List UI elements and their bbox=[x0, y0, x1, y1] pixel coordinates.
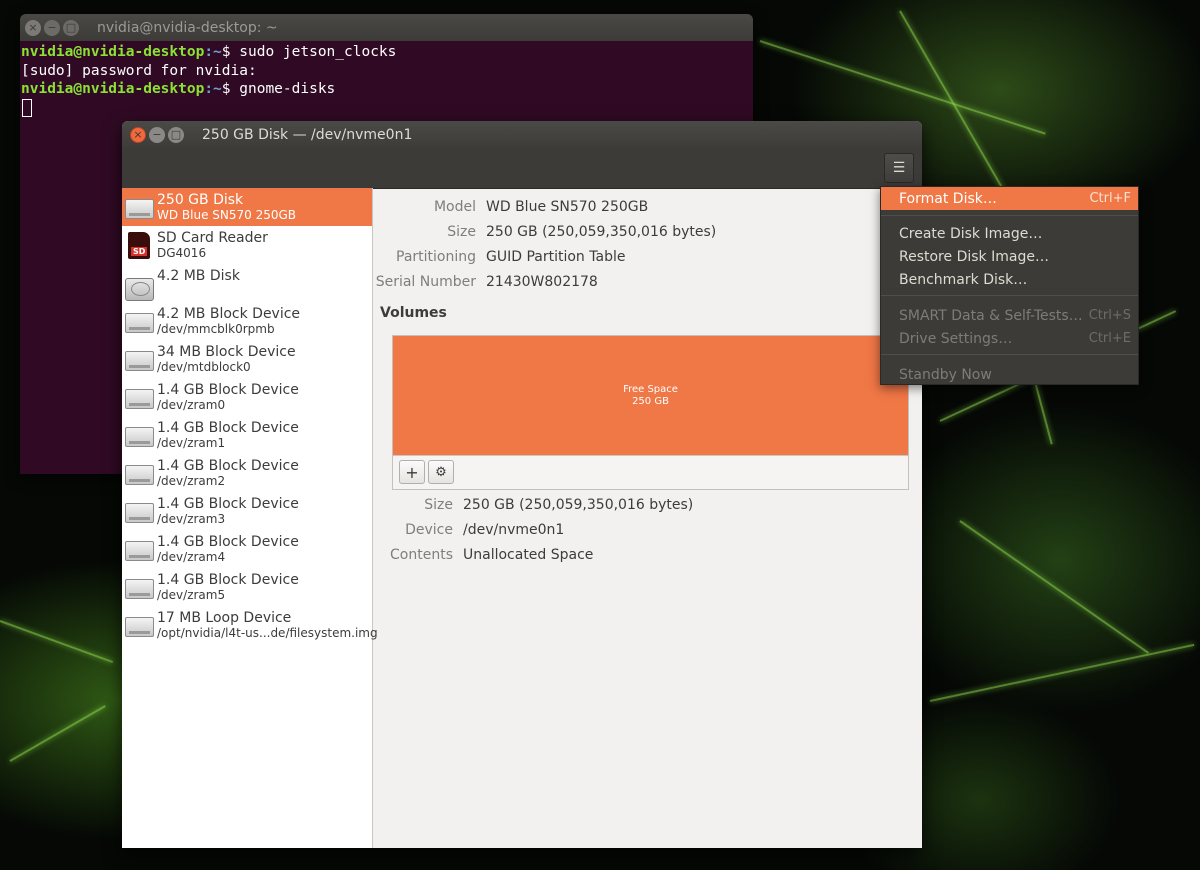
drive-icon bbox=[124, 573, 154, 601]
terminal-cursor bbox=[22, 98, 32, 117]
device-item[interactable]: 1.4 GB Block Device/dev/zram5 bbox=[122, 568, 372, 606]
menu-item-benchmark-disk[interactable]: Benchmark Disk… bbox=[881, 268, 1138, 291]
terminal-minimize-icon[interactable]: − bbox=[44, 19, 60, 36]
drive-details-pane: Model WD Blue SN570 250GB Size 250 GB (2… bbox=[373, 188, 922, 848]
hamburger-icon: ☰ bbox=[892, 160, 906, 176]
size-row: Size 250 GB (250,059,350,016 bytes) bbox=[447, 224, 717, 240]
model-row: Model WD Blue SN570 250GB bbox=[433, 199, 649, 215]
device-item[interactable]: 1.4 GB Block Device/dev/zram2 bbox=[122, 454, 372, 492]
gears-icon: ⚙ bbox=[435, 464, 447, 480]
drive-menu: Format Disk… Ctrl+F Create Disk Image… Re… bbox=[880, 186, 1139, 385]
device-item[interactable]: 4.2 MB Block Device/dev/mmcblk0rpmb bbox=[122, 302, 372, 340]
drive-icon bbox=[124, 345, 154, 373]
device-item[interactable]: 250 GB Disk WD Blue SN570 250GB bbox=[122, 188, 372, 226]
ssd-icon bbox=[124, 193, 154, 221]
menu-item-standby-now: Standby Now bbox=[899, 366, 992, 383]
menu-item-restore-disk-image[interactable]: Restore Disk Image… bbox=[881, 245, 1138, 268]
terminal-output[interactable]: nvidia@nvidia-desktop:~$ sudo jetson_clo… bbox=[20, 41, 753, 119]
terminal-title: nvidia@nvidia-desktop: ~ bbox=[97, 19, 278, 36]
terminal-line: nvidia@nvidia-desktop:~$ sudo jetson_clo… bbox=[21, 44, 397, 60]
device-item[interactable]: SD SD Card Reader DG4016 bbox=[122, 226, 372, 264]
drive-icon bbox=[124, 459, 154, 487]
terminal-line bbox=[21, 98, 753, 120]
terminal-line: nvidia@nvidia-desktop:~$ gnome-disks bbox=[21, 81, 336, 97]
plus-icon: + bbox=[405, 462, 419, 482]
menu-separator bbox=[881, 354, 1138, 355]
serial-row: Serial Number 21430W802178 bbox=[375, 274, 598, 290]
drive-icon bbox=[124, 383, 154, 411]
menu-item-format-disk[interactable]: Format Disk… Ctrl+F bbox=[881, 187, 1138, 210]
terminal-titlebar[interactable]: × − □ nvidia@nvidia-desktop: ~ bbox=[20, 14, 753, 41]
volume-size-row: Size 250 GB (250,059,350,016 bytes) bbox=[424, 497, 694, 513]
menu-separator bbox=[881, 215, 1138, 216]
volume-device-row: Device /dev/nvme0n1 bbox=[405, 522, 565, 538]
disks-minimize-icon[interactable]: − bbox=[149, 126, 165, 143]
device-item[interactable]: 1.4 GB Block Device/dev/zram0 bbox=[122, 378, 372, 416]
drive-icon bbox=[124, 497, 154, 525]
partitioning-row: Partitioning GUID Partition Table bbox=[396, 249, 626, 265]
drive-icon bbox=[124, 421, 154, 449]
disks-maximize-icon[interactable]: □ bbox=[168, 126, 184, 143]
drive-icon bbox=[124, 535, 154, 563]
terminal-line: [sudo] password for nvidia: bbox=[21, 62, 257, 79]
disks-window[interactable]: × − □ 250 GB Disk — /dev/nvme0n1 ☰ 250 G… bbox=[122, 121, 922, 848]
menu-item-smart-data: SMART Data & Self-Tests… Ctrl+S bbox=[899, 307, 1131, 324]
volume-contents-row: Contents Unallocated Space bbox=[390, 547, 594, 563]
device-item[interactable]: 4.2 MB Disk bbox=[122, 264, 372, 302]
volume-map: Free Space 250 GB + ⚙ bbox=[392, 335, 909, 490]
drive-icon bbox=[124, 611, 154, 639]
device-item[interactable]: 1.4 GB Block Device/dev/zram3 bbox=[122, 492, 372, 530]
hard-disk-icon bbox=[124, 268, 154, 301]
volumes-heading: Volumes bbox=[380, 305, 447, 321]
terminal-close-icon[interactable]: × bbox=[25, 19, 41, 36]
menu-item-drive-settings: Drive Settings… Ctrl+E bbox=[899, 330, 1131, 347]
create-partition-button[interactable]: + bbox=[399, 460, 425, 484]
partition-options-button[interactable]: ⚙ bbox=[428, 460, 454, 484]
disks-headerbar: ☰ bbox=[122, 148, 922, 189]
device-list: 250 GB Disk WD Blue SN570 250GB SD SD Car… bbox=[122, 188, 378, 848]
sd-card-icon: SD bbox=[124, 231, 154, 259]
disks-titlebar[interactable]: × − □ 250 GB Disk — /dev/nvme0n1 bbox=[122, 121, 922, 148]
disks-title: 250 GB Disk — /dev/nvme0n1 bbox=[202, 126, 413, 143]
device-item[interactable]: 1.4 GB Block Device/dev/zram4 bbox=[122, 530, 372, 568]
drive-icon bbox=[124, 307, 154, 335]
device-item[interactable]: 17 MB Loop Device/opt/nvidia/l4t-us...de… bbox=[122, 606, 378, 644]
drive-menu-button[interactable]: ☰ bbox=[884, 153, 914, 183]
terminal-maximize-icon[interactable]: □ bbox=[63, 19, 79, 36]
menu-separator bbox=[881, 295, 1138, 296]
disks-close-icon[interactable]: × bbox=[130, 126, 146, 143]
free-space-volume[interactable]: Free Space 250 GB bbox=[393, 336, 908, 456]
device-item[interactable]: 34 MB Block Device/dev/mtdblock0 bbox=[122, 340, 372, 378]
device-item[interactable]: 1.4 GB Block Device/dev/zram1 bbox=[122, 416, 372, 454]
menu-item-create-disk-image[interactable]: Create Disk Image… bbox=[881, 222, 1138, 245]
